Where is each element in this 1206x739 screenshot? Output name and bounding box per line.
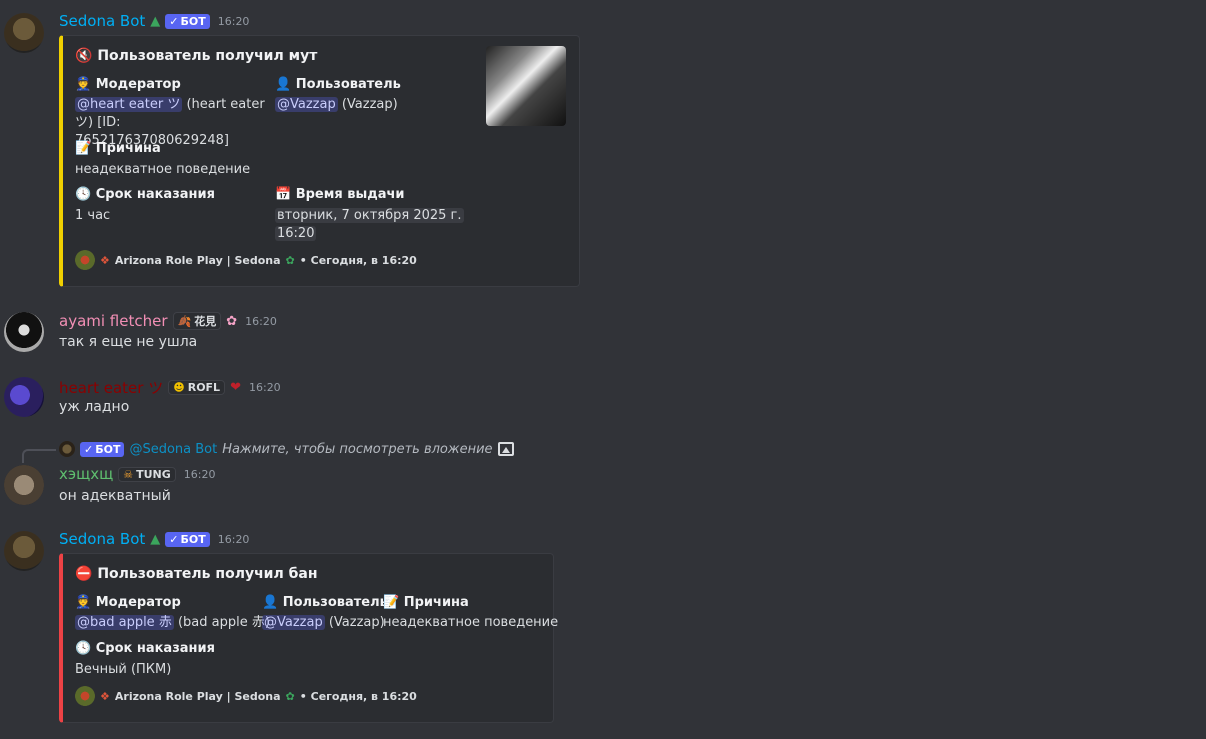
bot-tag: ✓ БОТ [80, 441, 125, 457]
avatar[interactable] [4, 531, 44, 571]
embed-thumbnail[interactable] [486, 46, 566, 126]
avatar[interactable] [4, 465, 44, 505]
memo-icon: 📝 [383, 595, 400, 610]
message-header: ayami fletcher 🍂 花見 ✿ 16:20 [59, 312, 277, 330]
reply-avatar [59, 441, 75, 457]
reply-connector [22, 449, 56, 463]
field-term-value: 1 час [75, 208, 111, 223]
clock-icon: 🕓 [75, 641, 92, 656]
embed-footer: ❖ Arizona Role Play | Sedona ✿ • Сегодня… [75, 250, 417, 270]
puzzle-icon: ❖ [100, 689, 110, 703]
user-icon: 👤 [275, 77, 292, 92]
user-mention[interactable]: @Vazzap [262, 615, 325, 630]
role-badge: 🍂 花見 [172, 312, 222, 330]
police-officer-icon: 👮 [75, 77, 92, 92]
field-user-label: 👤 Пользователь [262, 595, 388, 610]
field-term-label: 🕓 Срок наказания [75, 641, 215, 656]
server-icon [75, 686, 95, 706]
check-icon: ✓ [169, 532, 179, 546]
timestamp[interactable]: 16:20 [218, 533, 250, 546]
field-reason-label: 📝 Причина [75, 141, 161, 156]
field-moderator-value: @bad apple 赤 (bad apple 赤) [75, 615, 270, 630]
embed-title: 🔇 Пользователь получил мут [75, 48, 318, 64]
message-text: он адекватный [59, 488, 171, 504]
field-user-value: @Vazzap (Vazzap) [275, 97, 398, 112]
muted-speaker-icon: 🔇 [75, 48, 93, 64]
hooded-figure-icon: ▲ [150, 13, 161, 29]
avatar[interactable] [4, 312, 44, 352]
embed-title: ⛔ Пользователь получил бан [75, 566, 318, 582]
lipstick-icon: ❤ [230, 380, 241, 395]
role-badge: ☻ ROFL [168, 380, 226, 395]
field-reason-value: неадекватное поведение [383, 615, 559, 630]
field-reason-value: неадекватное поведение [75, 162, 251, 177]
user-mention[interactable]: @heart eater ツ [75, 97, 183, 112]
user-icon: 👤 [262, 595, 279, 610]
field-moderator-label: 👮 Модератор [75, 595, 181, 610]
field-user-value: @Vazzap (Vazzap) [262, 615, 385, 630]
puzzle-icon: ❖ [100, 253, 110, 267]
field-term-value: Вечный (ПКМ) [75, 662, 172, 677]
leaf-icon: ✿ [285, 689, 295, 703]
bot-tag: ✓ БОТ [165, 13, 210, 29]
username[interactable]: Sedona Bot [59, 530, 145, 548]
image-icon [497, 442, 514, 456]
calendar-icon: 📅 [275, 187, 292, 202]
memo-icon: 📝 [75, 141, 92, 156]
server-icon [75, 250, 95, 270]
user-mention[interactable]: @Vazzap [275, 97, 338, 112]
smiley-icon: ☻ [173, 381, 185, 394]
reply-text: Нажмите, чтобы посмотреть вложение [222, 441, 493, 457]
leaf-icon: ✿ [285, 253, 295, 267]
field-reason-label: 📝 Причина [383, 595, 469, 610]
timestamp-date[interactable]: вторник, 7 октября 2025 г. [275, 208, 464, 223]
clock-icon: 🕓 [75, 187, 92, 202]
reply-mention[interactable]: @Sedona Bot [129, 442, 217, 457]
message-text: так я еще не ушла [59, 334, 198, 350]
timestamp[interactable]: 16:20 [218, 15, 250, 28]
message-header: heart eater ツ ☻ ROFL ❤ 16:20 [59, 377, 281, 398]
username[interactable]: ayami fletcher [59, 312, 168, 330]
skull-icon: ☠ [123, 467, 134, 481]
timestamp[interactable]: 16:20 [245, 315, 277, 328]
timestamp[interactable]: 16:20 [184, 468, 216, 481]
message-text: уж ладно [59, 399, 130, 415]
check-icon: ✓ [84, 442, 94, 456]
check-icon: ✓ [169, 14, 179, 28]
user-mention[interactable]: @bad apple 赤 [75, 615, 174, 630]
bot-tag: ✓ БОТ [165, 531, 210, 547]
timestamp-time[interactable]: 16:20 [275, 226, 317, 241]
field-term-label: 🕓 Срок наказания [75, 187, 215, 202]
leaf-icon: 🍂 [177, 314, 192, 328]
police-officer-icon: 👮 [75, 595, 92, 610]
field-issued-value: вторник, 7 октября 2025 г. 16:20 [275, 207, 464, 243]
username[interactable]: хэщхщ [59, 465, 113, 483]
cherry-blossom-icon: ✿ [226, 313, 238, 329]
field-user-label: 👤 Пользователь [275, 77, 401, 92]
field-moderator-label: 👮 Модератор [75, 77, 181, 92]
embed-footer: ❖ Arizona Role Play | Sedona ✿ • Сегодня… [75, 686, 417, 706]
avatar[interactable] [4, 377, 44, 417]
field-issued-label: 📅 Время выдачи [275, 187, 405, 202]
mute-embed: 🔇 Пользователь получил мут 👮 Модератор @… [59, 35, 580, 287]
role-badge: ☠ TUNG [118, 466, 176, 482]
hooded-figure-icon: ▲ [150, 531, 161, 547]
username[interactable]: heart eater ツ [59, 377, 163, 398]
reply-preview[interactable]: ✓ БОТ @Sedona Bot Нажмите, чтобы посмотре… [59, 441, 514, 457]
message-header: Sedona Bot ▲ ✓ БОТ 16:20 [59, 12, 249, 30]
username[interactable]: Sedona Bot [59, 12, 145, 30]
message-header: Sedona Bot ▲ ✓ БОТ 16:20 [59, 530, 249, 548]
no-entry-icon: ⛔ [75, 566, 93, 582]
timestamp[interactable]: 16:20 [249, 381, 281, 394]
message-header: хэщхщ ☠ TUNG 16:20 [59, 465, 216, 483]
ban-embed: ⛔ Пользователь получил бан 👮 Модератор @… [59, 553, 558, 723]
avatar[interactable] [4, 13, 44, 53]
